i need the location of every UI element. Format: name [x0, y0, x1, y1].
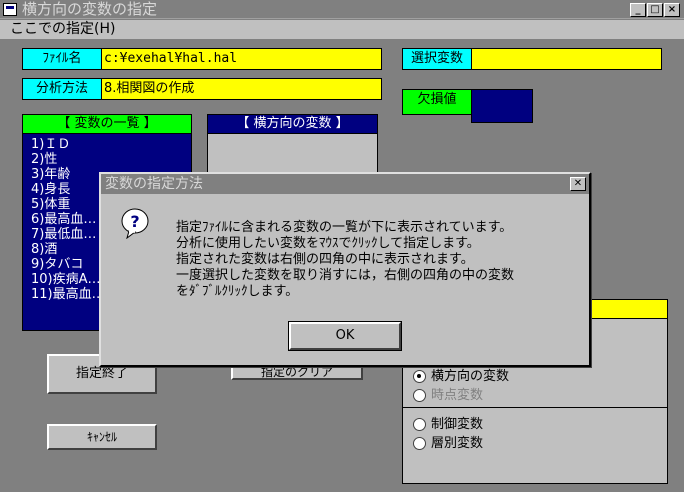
radio-button[interactable] [413, 418, 426, 431]
dialog-message: 指定ﾌｧｲﾙに含まれる変数の一覧が下に表示されています。 分析に使用したい変数を… [176, 220, 515, 299]
radio-button[interactable] [413, 370, 426, 383]
dialog-title: 変数の指定方法 [105, 176, 203, 192]
menu-bar: ここでの指定(H) [0, 20, 684, 39]
dialog-title-bar[interactable]: 変数の指定方法 ✕ [101, 174, 589, 194]
var-list-item[interactable]: 1)ＩＤ [31, 137, 191, 152]
radio-button[interactable] [413, 437, 426, 450]
method-label: 分析方法 [22, 78, 102, 100]
ok-button[interactable]: OK [288, 321, 402, 351]
app-icon[interactable] [3, 3, 17, 16]
var-list-item[interactable]: 2)性 [31, 152, 191, 167]
cancel-button[interactable]: ｷｬﾝｾﾙ [47, 424, 157, 450]
window-title-bar[interactable]: 横方向の変数の指定 _ □ × [0, 0, 684, 19]
radio-group-2: 制御変数 層別変数 [413, 415, 483, 453]
radio-control-var[interactable]: 制御変数 [413, 415, 483, 434]
dialog-close-icon[interactable]: ✕ [570, 177, 586, 191]
help-dialog: 変数の指定方法 ✕ ? 指定ﾌｧｲﾙに含まれる変数の一覧が下に表示されています。… [99, 172, 591, 367]
var-list-header: 【 変数の一覧 】 [22, 114, 192, 134]
file-label: ﾌｧｲﾙ名 [22, 48, 102, 70]
radio-button [413, 389, 426, 402]
svg-text:?: ? [130, 212, 139, 231]
missing-value-label: 欠損値 [402, 89, 472, 115]
radio-time-var: 時点変数 [413, 386, 509, 405]
window-title: 横方向の変数の指定 [22, 0, 158, 18]
maximize-button[interactable]: □ [647, 3, 663, 17]
menu-item-help[interactable]: ここでの指定(H) [10, 20, 115, 39]
close-button[interactable]: × [664, 3, 680, 17]
selected-var-label: 選択変数 [402, 48, 472, 70]
selected-var-field [471, 48, 662, 70]
radio-group-1: 横方向の変数 時点変数 [413, 367, 509, 405]
horiz-var-header: 【 横方向の変数 】 [207, 114, 378, 134]
radio-horizontal-var[interactable]: 横方向の変数 [413, 367, 509, 386]
file-field: c:¥exehal¥hal.hal [101, 48, 382, 70]
missing-value-field[interactable] [471, 89, 533, 123]
right-panel-header [588, 299, 668, 319]
minimize-button[interactable]: _ [630, 3, 646, 17]
method-field: 8.相関図の作成 [101, 78, 382, 100]
panel-divider [403, 407, 667, 408]
radio-strata-var[interactable]: 層別変数 [413, 434, 483, 453]
question-icon: ? [121, 208, 149, 239]
